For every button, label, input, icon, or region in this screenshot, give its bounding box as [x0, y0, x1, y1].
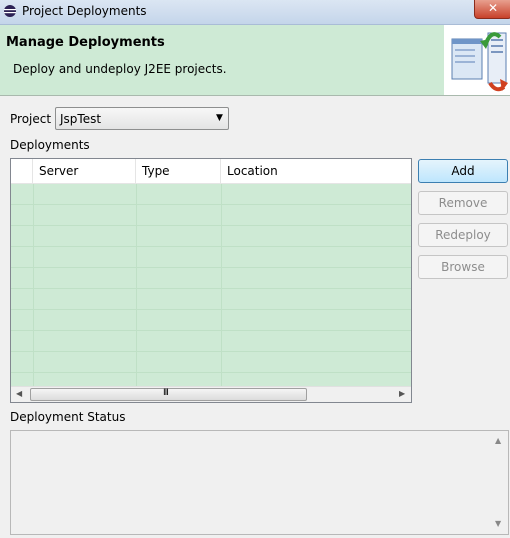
- column-divider: [221, 184, 222, 387]
- close-button[interactable]: ✕: [474, 0, 510, 19]
- scroll-down-icon[interactable]: ▼: [495, 519, 501, 528]
- column-header-server[interactable]: Server: [33, 159, 136, 183]
- eclipse-icon: [4, 5, 16, 17]
- table-row[interactable]: [11, 331, 411, 352]
- table-row[interactable]: [11, 310, 411, 331]
- window-title: Project Deployments: [22, 4, 147, 18]
- column-header-location[interactable]: Location: [221, 159, 411, 183]
- deployments-table[interactable]: Server Type Location ◀ III ▶: [10, 158, 412, 403]
- project-select[interactable]: JspTest ▼: [55, 107, 229, 130]
- redeploy-button[interactable]: Redeploy: [418, 223, 508, 247]
- wizard-banner: Manage Deployments Deploy and undeploy J…: [0, 25, 510, 96]
- scroll-left-icon[interactable]: ◀: [16, 389, 22, 398]
- scroll-right-icon[interactable]: ▶: [399, 389, 405, 398]
- table-row[interactable]: [11, 184, 411, 205]
- deployment-status-area[interactable]: ▲ ▼: [10, 430, 509, 535]
- table-row[interactable]: [11, 247, 411, 268]
- browse-button[interactable]: Browse: [418, 255, 508, 279]
- table-body[interactable]: [11, 184, 411, 387]
- header-select-column[interactable]: [11, 159, 33, 183]
- deployments-label: Deployments: [10, 138, 90, 152]
- project-label: Project: [10, 112, 52, 126]
- horizontal-scrollbar[interactable]: ◀ III ▶: [11, 386, 411, 402]
- column-divider: [33, 184, 34, 387]
- scroll-up-icon[interactable]: ▲: [495, 436, 501, 445]
- vertical-scrollbar[interactable]: ▲ ▼: [491, 431, 508, 534]
- deploy-wizard-icon: [444, 25, 510, 95]
- table-row[interactable]: [11, 352, 411, 373]
- column-divider: [136, 184, 137, 387]
- banner-description: Deploy and undeploy J2EE projects.: [13, 62, 227, 76]
- scrollbar-grip: III: [163, 388, 169, 398]
- banner-heading: Manage Deployments: [6, 35, 165, 50]
- table-row[interactable]: [11, 226, 411, 247]
- chevron-down-icon[interactable]: ▼: [216, 113, 223, 123]
- column-header-type[interactable]: Type: [136, 159, 221, 183]
- deployment-status-label: Deployment Status: [10, 410, 126, 424]
- table-row[interactable]: [11, 205, 411, 226]
- scrollbar-thumb[interactable]: III: [30, 388, 307, 401]
- table-header: Server Type Location: [11, 159, 411, 184]
- title-bar: Project Deployments ✕: [0, 0, 510, 25]
- table-row[interactable]: [11, 289, 411, 310]
- project-select-value: JspTest: [60, 112, 102, 126]
- add-button[interactable]: Add: [418, 159, 508, 183]
- table-row[interactable]: [11, 268, 411, 289]
- remove-button[interactable]: Remove: [418, 191, 508, 215]
